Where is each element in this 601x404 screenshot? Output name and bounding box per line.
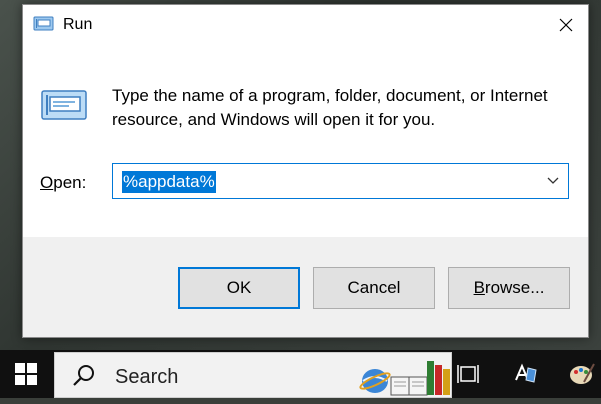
start-button[interactable] — [0, 350, 52, 398]
dropdown-button[interactable] — [544, 172, 562, 190]
open-label-hotkey: O — [40, 173, 54, 192]
windows-logo-icon — [15, 363, 37, 385]
dialog-footer: OK Cancel Browse... — [23, 237, 588, 337]
search-placeholder: Search — [115, 366, 179, 388]
title-bar[interactable]: Run — [23, 5, 588, 45]
cancel-button[interactable]: Cancel — [313, 267, 435, 309]
task-view-icon — [457, 365, 479, 383]
browse-hotkey: B — [473, 278, 485, 297]
dialog-description: Type the name of a program, folder, docu… — [112, 86, 548, 129]
paint-app-icon[interactable] — [568, 360, 596, 388]
open-label: Open: — [40, 173, 86, 193]
run-dialog: Run Type the name of a program, folder, … — [22, 4, 589, 338]
taskbar: Search — [0, 350, 601, 398]
search-highlight-books-icon — [355, 353, 453, 399]
run-program-icon — [39, 85, 89, 125]
open-combobox[interactable]: %appdata% — [112, 163, 569, 199]
browse-label: rowse... — [484, 278, 545, 297]
open-label-text: pen: — [53, 173, 87, 192]
open-input-value[interactable]: %appdata% — [122, 171, 216, 193]
search-icon — [71, 363, 97, 389]
ok-button[interactable]: OK — [178, 267, 300, 309]
font-app-icon[interactable] — [512, 360, 540, 388]
dialog-title: Run — [63, 16, 93, 33]
close-button[interactable] — [544, 5, 588, 45]
browse-button[interactable]: Browse... — [448, 267, 570, 309]
chevron-down-icon — [547, 177, 559, 184]
close-icon — [559, 18, 573, 32]
task-view-button[interactable] — [452, 350, 484, 398]
taskbar-search-box[interactable]: Search — [54, 352, 452, 398]
run-app-icon — [33, 15, 55, 33]
